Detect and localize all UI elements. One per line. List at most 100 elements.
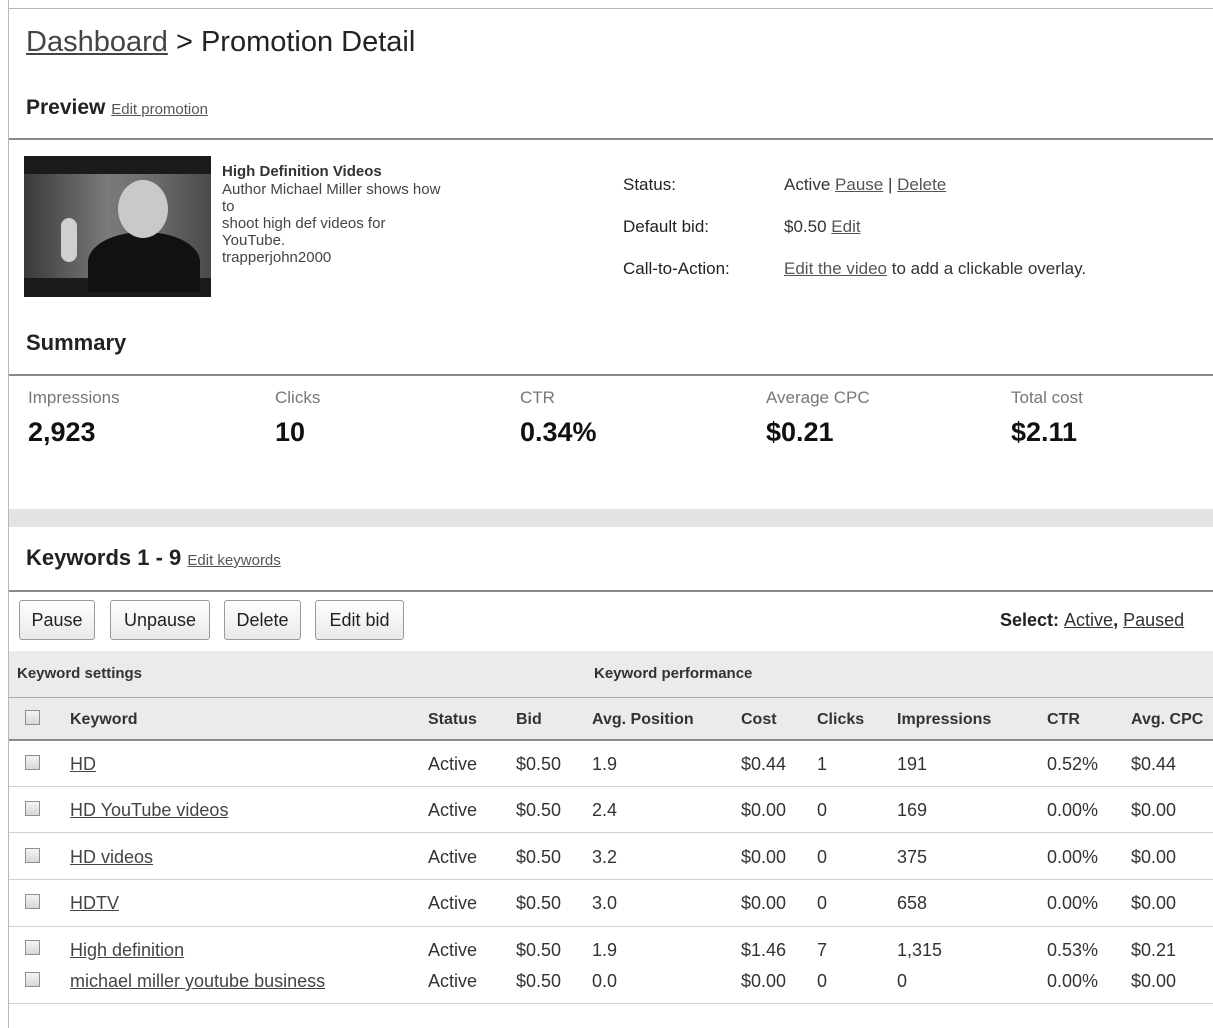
row-divider <box>9 1003 1213 1004</box>
cell-status: Active <box>428 847 478 867</box>
select-label: Select: <box>1000 610 1060 630</box>
cell-clicks: 0 <box>817 893 828 913</box>
edit-keywords-link[interactable]: Edit keywords <box>187 552 280 569</box>
row-checkbox[interactable] <box>25 848 40 863</box>
cell-status: Active <box>428 754 478 774</box>
select-paused-link[interactable]: Paused <box>1123 610 1184 630</box>
cell-status: Active <box>428 893 478 913</box>
metric-total-cost-value: $2.11 <box>1011 417 1078 447</box>
row-checkbox[interactable] <box>25 940 40 955</box>
column-keyword[interactable]: Keyword <box>70 711 138 729</box>
keyword-link[interactable]: HDTV <box>70 893 119 914</box>
column-impressions[interactable]: Impressions <box>897 711 991 729</box>
cell-impressions: 658 <box>897 893 928 913</box>
video-title: High Definition Videos <box>222 163 382 180</box>
frame-border-top <box>8 8 1213 9</box>
row-divider <box>9 786 1213 787</box>
keywords-header: Keywords 1 - 9 Edit keywords <box>26 545 281 571</box>
page-title: Promotion Detail <box>200 26 416 58</box>
breadcrumb: Dashboard > Promotion Detail <box>26 26 415 59</box>
select-all-checkbox[interactable] <box>25 710 40 725</box>
group-keyword-performance: Keyword performance <box>594 665 753 682</box>
status-divider: | <box>887 175 893 194</box>
cell-avg-position: 3.0 <box>592 893 618 913</box>
metric-impressions-value: 2,923 <box>28 417 96 447</box>
pause-button[interactable]: Pause <box>19 600 95 640</box>
keyword-link[interactable]: High definition <box>70 940 184 961</box>
cell-avg-position: 1.9 <box>592 940 618 960</box>
cell-ctr: 0.00% <box>1047 971 1099 991</box>
default-bid-group: $0.50 Edit <box>784 217 861 237</box>
cell-ctr: 0.53% <box>1047 940 1099 960</box>
row-checkbox[interactable] <box>25 972 40 987</box>
cell-avg-position: 2.4 <box>592 800 618 820</box>
edit-promotion-link[interactable]: Edit promotion <box>111 101 208 118</box>
video-description: Author Michael Miller shows how to shoot… <box>222 181 441 266</box>
preview-title: Preview <box>26 96 106 119</box>
summary-title: Summary <box>26 330 127 355</box>
cell-bid: $0.50 <box>516 971 562 991</box>
delete-button[interactable]: Delete <box>224 600 301 640</box>
cell-ctr: 0.00% <box>1047 800 1099 820</box>
column-ctr[interactable]: CTR <box>1047 711 1080 729</box>
cell-avg-cpc: $0.00 <box>1131 893 1177 913</box>
column-status[interactable]: Status <box>428 711 477 729</box>
metric-total-cost-label: Total cost <box>1011 388 1083 407</box>
breadcrumb-dashboard-link[interactable]: Dashboard <box>26 26 168 58</box>
cell-clicks: 7 <box>817 940 828 960</box>
cell-avg-cpc: $0.44 <box>1131 754 1177 774</box>
cell-avg-position: 0.0 <box>592 971 618 991</box>
column-avg-position[interactable]: Avg. Position <box>592 711 694 729</box>
column-bid[interactable]: Bid <box>516 711 542 729</box>
select-active-link[interactable]: Active <box>1064 610 1113 630</box>
default-bid-label: Default bid: <box>623 217 709 236</box>
cta-text: to add a clickable overlay. <box>891 259 1087 278</box>
cell-impressions: 0 <box>897 971 908 991</box>
promotion-detail-page: Dashboard > Promotion Detail Preview Edi… <box>0 0 1213 1028</box>
cta-group: Edit the video to add a clickable overla… <box>784 259 1086 279</box>
cell-status: Active <box>428 800 478 820</box>
column-cost[interactable]: Cost <box>741 711 777 729</box>
video-thumbnail-frame <box>24 174 211 292</box>
metric-avg-cpc-value: $0.21 <box>766 417 834 447</box>
cell-avg-cpc: $0.00 <box>1131 971 1177 991</box>
keywords-title: Keywords 1 - 9 <box>26 545 182 570</box>
cell-cost: $0.00 <box>741 893 787 913</box>
section-divider <box>9 374 1213 376</box>
keyword-link[interactable]: HD <box>70 754 96 775</box>
row-divider <box>9 926 1213 927</box>
keyword-link[interactable]: michael miller youtube business <box>70 971 325 992</box>
cell-clicks: 0 <box>817 847 828 867</box>
column-clicks[interactable]: Clicks <box>817 711 864 729</box>
unpause-button[interactable]: Unpause <box>110 600 210 640</box>
metric-clicks-value: 10 <box>275 417 306 447</box>
delete-promotion-link[interactable]: Delete <box>897 175 946 194</box>
section-divider <box>9 138 1213 140</box>
row-checkbox[interactable] <box>25 801 40 816</box>
cell-bid: $0.50 <box>516 800 562 820</box>
edit-bid-button[interactable]: Edit bid <box>315 600 404 640</box>
select-comma: , <box>1113 610 1119 630</box>
thumbnail-body-shape <box>88 232 200 292</box>
cell-impressions: 169 <box>897 800 928 820</box>
cell-ctr: 0.00% <box>1047 847 1099 867</box>
cell-status: Active <box>428 971 478 991</box>
keyword-link[interactable]: HD videos <box>70 847 153 868</box>
cell-clicks: 0 <box>817 800 828 820</box>
pause-promotion-link[interactable]: Pause <box>835 175 883 194</box>
cell-ctr: 0.00% <box>1047 893 1099 913</box>
cell-ctr: 0.52% <box>1047 754 1099 774</box>
video-thumbnail-icon[interactable] <box>24 156 211 297</box>
row-checkbox[interactable] <box>25 755 40 770</box>
row-checkbox[interactable] <box>25 894 40 909</box>
cell-avg-cpc: $0.00 <box>1131 800 1177 820</box>
status-value: Active <box>784 175 831 194</box>
edit-video-link[interactable]: Edit the video <box>784 259 887 278</box>
column-avg-cpc[interactable]: Avg. CPC <box>1131 711 1203 729</box>
edit-bid-link[interactable]: Edit <box>831 217 860 236</box>
cell-status: Active <box>428 940 478 960</box>
cell-avg-cpc: $0.21 <box>1131 940 1177 960</box>
cell-impressions: 1,315 <box>897 940 943 960</box>
cell-cost: $0.00 <box>741 800 787 820</box>
keyword-link[interactable]: HD YouTube videos <box>70 800 228 821</box>
